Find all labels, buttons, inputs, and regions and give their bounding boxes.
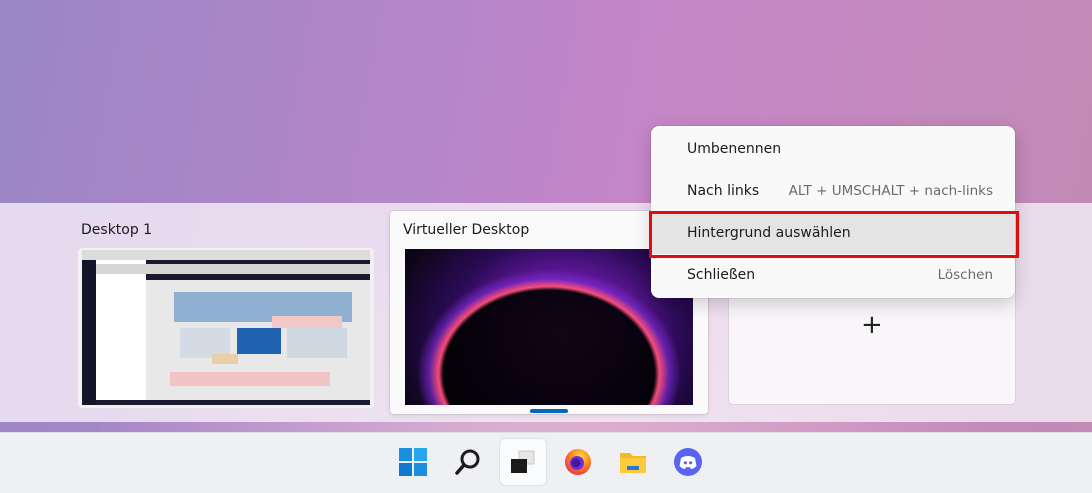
firefox-button[interactable] — [555, 439, 601, 485]
plus-icon: + — [861, 310, 883, 340]
menu-item-label: Schließen — [687, 267, 756, 283]
windows-start-icon — [399, 448, 427, 476]
desktop-1-thumbnail[interactable] — [78, 248, 374, 408]
highlight-annotation-box — [649, 211, 1019, 258]
taskbar — [0, 432, 1092, 493]
menu-item-shortcut: Löschen — [937, 267, 993, 283]
preview-pink-row — [170, 372, 330, 386]
preview-selected-cell — [237, 328, 281, 354]
menu-item-close[interactable]: Schließen Löschen — [651, 256, 1015, 296]
preview-menu-strip — [96, 264, 370, 274]
desktop-1-label: Desktop 1 — [81, 222, 153, 238]
preview-dark-edge — [82, 260, 96, 405]
search-icon — [455, 449, 480, 475]
virtual-desktop-label: Virtueller Desktop — [403, 222, 530, 238]
firefox-icon — [565, 449, 591, 475]
preview-cell — [287, 328, 347, 358]
active-desktop-indicator — [530, 409, 568, 413]
preview-tan-block — [212, 354, 238, 364]
menu-item-shortcut: ALT + UMSCHALT + nach-links — [788, 183, 993, 199]
start-button[interactable] — [390, 439, 436, 485]
menu-item-move-left[interactable]: Nach links ALT + UMSCHALT + nach-links — [651, 172, 1015, 212]
virtual-desktop-wallpaper-preview — [405, 249, 693, 405]
menu-item-label: Umbenennen — [687, 141, 782, 157]
discord-icon — [674, 448, 702, 476]
desktop-1-preview — [82, 250, 370, 405]
preview-pink-strip — [272, 316, 342, 328]
search-button[interactable] — [445, 439, 491, 485]
file-explorer-button[interactable] — [610, 439, 656, 485]
menu-item-rename[interactable]: Umbenennen — [651, 130, 1015, 170]
discord-button[interactable] — [665, 439, 711, 485]
task-view-icon — [511, 450, 535, 473]
task-view-button[interactable] — [500, 439, 546, 485]
menu-item-label: Nach links — [687, 183, 760, 199]
file-explorer-icon — [620, 453, 646, 473]
